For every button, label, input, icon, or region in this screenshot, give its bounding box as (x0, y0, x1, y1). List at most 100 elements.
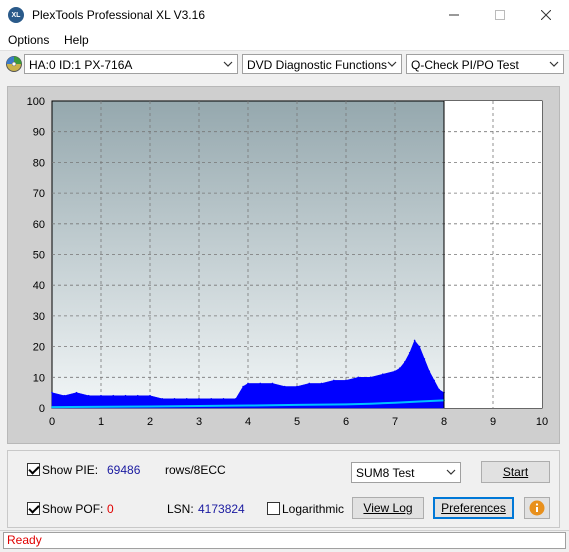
show-pie-checkbox[interactable] (27, 463, 40, 476)
total-data-point (369, 402, 372, 405)
pie-data-point (259, 382, 262, 385)
pie-data-point (247, 382, 249, 385)
test-select[interactable]: Q-Check PI/PO Test (406, 54, 564, 74)
pie-data-point (75, 391, 78, 394)
pie-data-point (423, 358, 426, 360)
y-tick-label: 90 (33, 127, 45, 139)
pie-data-point (308, 382, 311, 385)
preferences-button[interactable]: Preferences (433, 497, 514, 519)
pie-data-point (320, 382, 323, 385)
pie-data-point (433, 379, 436, 382)
menu-options[interactable]: Options (8, 33, 49, 47)
pie-unit: rows/8ECC (165, 463, 226, 477)
sum-test-select[interactable]: SUM8 Test (351, 462, 461, 483)
x-tick-label: 0 (49, 416, 55, 428)
show-pof-checkbox[interactable] (27, 502, 40, 515)
pie-data-point (369, 376, 372, 379)
y-tick-label: 0 (39, 403, 45, 415)
pie-data-point (185, 397, 188, 400)
x-tick-label: 3 (196, 416, 202, 428)
pi-po-chart: 0 1 2 3 4 5 6 7 8 9 100102030405060708090100 (27, 96, 548, 428)
chevron-down-icon (387, 61, 397, 67)
pie-data-point (394, 370, 396, 372)
x-tick-label: 5 (294, 416, 300, 428)
pie-data-point (404, 361, 406, 363)
app-logo-icon: XL (8, 7, 24, 23)
close-button[interactable] (523, 0, 569, 30)
lsn-label: LSN: (167, 502, 194, 516)
lsn-value: 4173824 (198, 502, 245, 516)
pie-data-point (124, 394, 127, 397)
logarithmic-label: Logarithmic (282, 502, 345, 516)
pie-data-point (222, 397, 225, 400)
status-text: Ready (7, 533, 42, 547)
info-icon (529, 500, 545, 516)
pie-data-point (408, 351, 411, 354)
window-title: PlexTools Professional XL V3.16 (32, 8, 205, 22)
menu-help[interactable]: Help (64, 33, 89, 47)
logarithmic-checkbox[interactable] (267, 502, 280, 515)
pie-data-point (296, 385, 298, 388)
y-tick-label: 50 (33, 250, 45, 262)
y-tick-label: 30 (33, 311, 45, 323)
minimize-icon (449, 14, 459, 16)
pie-data-point (357, 376, 360, 379)
y-tick-label: 60 (33, 219, 45, 231)
y-tick-label: 10 (33, 372, 45, 384)
pie-data-point (413, 339, 416, 342)
pie-data-point (418, 345, 421, 348)
total-data-point (394, 401, 396, 404)
pie-data-point (332, 379, 335, 382)
chevron-down-icon (446, 469, 456, 475)
pie-data-point (234, 397, 237, 400)
x-tick-label: 4 (245, 416, 251, 428)
pie-data-point (242, 385, 244, 388)
show-pie-label: Show PIE: (42, 463, 99, 477)
view-log-label: View Log (363, 501, 413, 515)
pie-data-point (198, 397, 200, 400)
show-pof-label: Show POF: (42, 502, 104, 516)
view-log-button[interactable]: View Log (352, 497, 424, 519)
y-tick-label: 100 (27, 96, 45, 108)
total-data-point (149, 405, 151, 408)
pie-data-point (283, 385, 286, 388)
total-data-point (418, 400, 421, 403)
pie-value: 69486 (107, 463, 141, 477)
function-select[interactable]: DVD Diagnostic Functions (242, 54, 402, 74)
pie-data-point (63, 394, 66, 397)
pie-data-point (161, 397, 164, 400)
pie-data-point (51, 391, 53, 394)
x-tick-label: 10 (536, 416, 548, 428)
start-button[interactable]: Start (481, 461, 550, 483)
y-tick-label: 40 (33, 280, 45, 292)
info-button[interactable] (524, 497, 550, 519)
total-data-point (296, 404, 298, 406)
pie-data-point (100, 394, 102, 397)
x-tick-label: 1 (98, 416, 104, 428)
pie-data-point (271, 382, 274, 385)
start-label: Start (502, 465, 529, 479)
drive-select[interactable]: HA:0 ID:1 PX-716A (24, 54, 238, 74)
sum-test-value: SUM8 Test (356, 466, 415, 480)
pie-data-point (136, 394, 139, 397)
chevron-down-icon (549, 61, 559, 67)
pie-data-point (381, 373, 384, 376)
pie-data-point (345, 379, 347, 382)
minimize-button[interactable] (431, 0, 477, 30)
pie-data-point (87, 394, 90, 397)
preferences-label: Preferences (441, 501, 506, 515)
test-select-value: Q-Check PI/PO Test (411, 58, 519, 72)
pie-data-point (438, 388, 440, 391)
x-tick-label: 8 (441, 416, 447, 428)
pie-data-point (210, 397, 213, 400)
pie-data-point (149, 394, 151, 397)
x-tick-label: 7 (392, 416, 398, 428)
chevron-down-icon (223, 61, 233, 67)
x-tick-label: 9 (490, 416, 496, 428)
y-tick-label: 70 (33, 188, 45, 200)
status-field (3, 532, 566, 549)
close-icon (541, 10, 551, 20)
maximize-icon (495, 10, 505, 20)
pie-data-point (399, 367, 401, 369)
maximize-button[interactable] (477, 0, 523, 30)
